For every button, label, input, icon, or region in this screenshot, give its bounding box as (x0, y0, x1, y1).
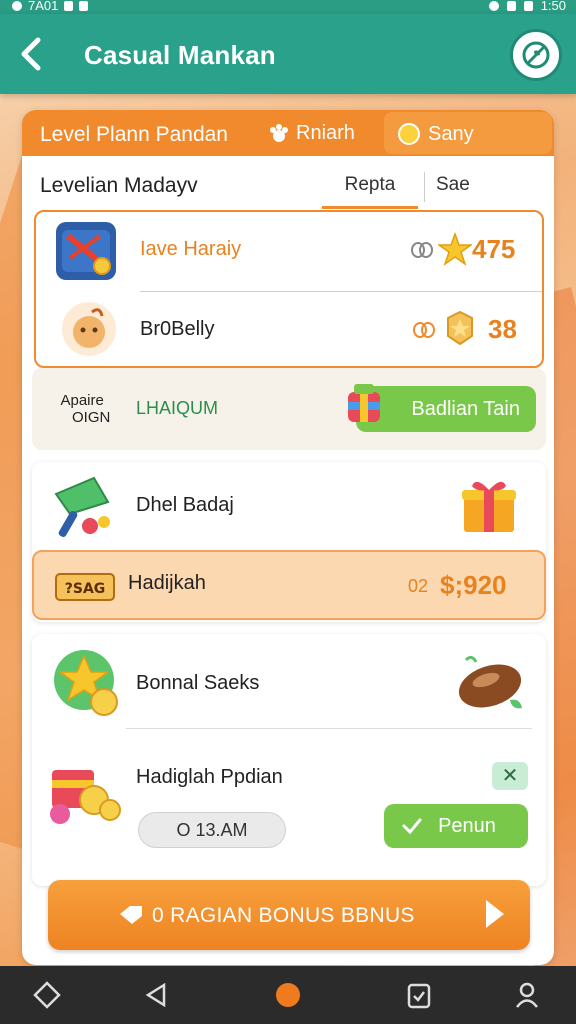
cta-label: 0 RAGIAN BONUS BBNUS (152, 904, 415, 927)
back-button[interactable] (18, 36, 52, 72)
nav-center-button[interactable] (273, 980, 303, 1010)
app-bar: Casual Mankan (0, 14, 576, 94)
level-label: Br0Belly (140, 318, 215, 340)
list-item[interactable]: Dhel Badaj (32, 462, 546, 548)
sausage-icon (458, 655, 522, 709)
person-icon (516, 982, 538, 1008)
link-icon (411, 242, 433, 258)
notification-icon (12, 0, 22, 11)
tab-level-plan[interactable]: Level Plann Pandan (40, 123, 228, 147)
status-time: 1:50 (540, 0, 566, 13)
tab-rniarh[interactable]: Rniarh (268, 122, 355, 145)
level-value: 38 (488, 314, 517, 344)
top-tab-bar: Level Plann Pandan Rniarh Sany (22, 110, 554, 156)
main-card: Level Plann Pandan Rniarh Sany Levelian … (22, 110, 554, 965)
row-divider (126, 728, 532, 729)
tab-sae[interactable]: Sae (436, 174, 470, 196)
chevron-left-icon (21, 37, 41, 71)
tag-icon (120, 906, 142, 924)
diamond-icon (33, 981, 61, 1009)
check-icon (402, 818, 422, 834)
bottom-nav-bar (0, 966, 576, 1024)
band-caption-line2: OIGN (72, 409, 111, 426)
star-icon (438, 232, 472, 266)
close-icon: ✕ (501, 765, 519, 787)
nav-home-button[interactable] (32, 980, 62, 1010)
bonus-list: Bonnal Saeks Hadiglah Ppdian O 13.AM Pen… (32, 634, 546, 886)
clipboard-icon (407, 983, 431, 1009)
gift-jar-icon (348, 384, 380, 422)
band-caption-line1: Apaire (60, 392, 104, 409)
time-field[interactable]: O 13.AM (138, 812, 286, 848)
active-tab-indicator (322, 206, 418, 209)
penun-button-label: Penun (438, 815, 496, 837)
nav-profile-button[interactable] (512, 980, 542, 1010)
page-title: Casual Mankan (84, 40, 276, 70)
signal-icon (506, 0, 516, 11)
gift-bundle-icon (50, 770, 121, 824)
app-notification-icon-2 (79, 0, 89, 11)
gift-prefix: 02 (408, 576, 429, 596)
badlian-tain-button[interactable]: Badlian Tain (348, 384, 536, 432)
gift-label: Hadijkah (128, 572, 206, 594)
badge-icon (447, 310, 473, 346)
highlighted-reward-row[interactable]: ?SAG Hadijkah 02 $;920 (32, 550, 546, 620)
level-label: Iave Haraiy (140, 238, 242, 260)
gift-label: Dhel Badaj (136, 494, 234, 516)
paint-brush-icon (54, 476, 110, 538)
tab-divider (424, 172, 425, 202)
nav-tasks-button[interactable] (404, 980, 434, 1010)
svg-text:?SAG: ?SAG (65, 581, 106, 597)
level-value: 475 (472, 234, 516, 264)
profile-action-button[interactable] (510, 29, 562, 81)
band-button-label: Badlian Tain (411, 398, 520, 420)
triangle-back-icon (145, 982, 166, 1008)
nav-back-button[interactable] (142, 980, 172, 1010)
tab-repta[interactable]: Repta (322, 174, 418, 196)
close-button[interactable]: ✕ (492, 762, 528, 790)
coin-icon (398, 123, 420, 145)
wifi-icon (488, 0, 499, 11)
orange-dot-icon (276, 983, 300, 1007)
levels-list: Iave Haraiy 475 Br0Belly 38 (34, 210, 544, 368)
battery-icon (523, 0, 533, 11)
list-item[interactable]: Bonnal Saeks (32, 634, 546, 726)
link-icon (413, 322, 435, 338)
level-icon (56, 222, 116, 280)
star-badge-icon (54, 650, 118, 716)
tab-rniarh-label: Rniarh (296, 122, 355, 144)
gift-value: $;920 (440, 570, 507, 600)
band-caption: Apaire OIGN (54, 392, 110, 426)
status-bar: 7A01 1:50 (0, 0, 576, 14)
ticket-icon: ?SAG (55, 573, 115, 601)
list-item[interactable]: Br0Belly 38 (36, 292, 542, 368)
list-item[interactable]: Iave Haraiy 475 (36, 212, 542, 290)
penun-button[interactable]: Penun (384, 804, 528, 848)
pet-avatar-icon (62, 302, 116, 356)
app-notification-icon (64, 0, 74, 11)
list-item: Hadiglah Ppdian O 13.AM Penun ✕ (32, 730, 546, 884)
reward-band: Apaire OIGN LHAIQUM Badlian Tain (32, 368, 546, 450)
paw-icon (270, 123, 288, 142)
bonus-label: Bonnal Saeks (136, 672, 260, 694)
leaf-icon (522, 41, 550, 69)
band-status: LHAIQUM (136, 398, 219, 418)
bonus-label: Hadiglah Ppdian (136, 766, 283, 788)
tab-sany[interactable]: Sany (384, 112, 552, 154)
status-left-text: 7A01 (28, 0, 59, 13)
section-header: Levelian Madayv (40, 174, 198, 197)
tab-sany-label: Sany (428, 123, 474, 145)
bonus-cta-button[interactable]: 0 RAGIAN BONUS BBNUS (48, 880, 530, 950)
gift-box-icon (462, 481, 516, 532)
play-arrow-icon (486, 900, 504, 928)
